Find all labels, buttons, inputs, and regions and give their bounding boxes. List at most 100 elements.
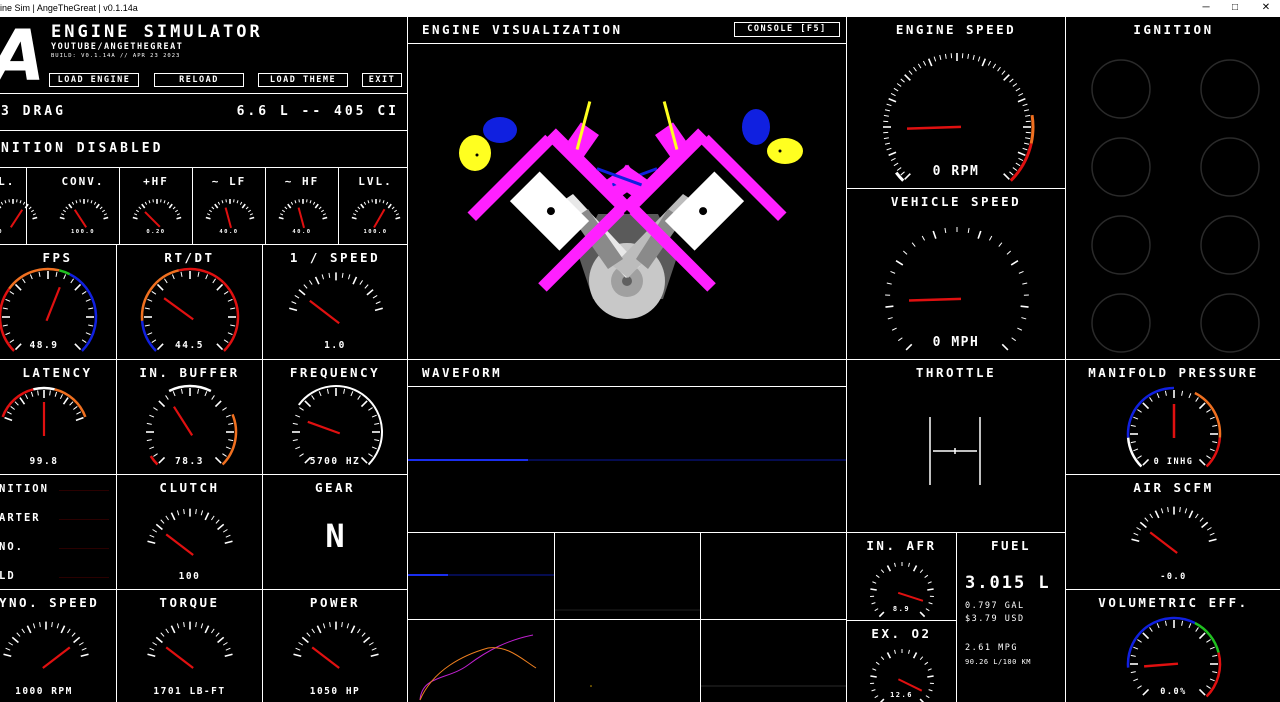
gauge-tick: [56, 623, 60, 629]
gauge-tick: [391, 206, 395, 210]
gauge-tick: [880, 656, 885, 661]
gauge-tick: [217, 636, 225, 644]
gauge-tick: [1023, 142, 1030, 145]
gauge-tick: [2, 307, 8, 310]
gauge-tick: [224, 540, 233, 545]
gauge-tick: [1017, 97, 1026, 103]
gauge-tick: [366, 289, 374, 296]
reload-button[interactable]: RELOAD: [154, 73, 244, 87]
gauge-tick: [913, 66, 917, 72]
gauge-tick: [1209, 646, 1215, 650]
gauge-tick: [176, 213, 180, 216]
ignition-cylinder-indicators: [1091, 59, 1260, 353]
gauge-tick: [884, 109, 891, 112]
gauge-tick: [0, 201, 4, 205]
gauge-tick: [217, 201, 220, 205]
vehicle-speed-label: VEHICLE SPEED: [890, 194, 1022, 209]
throttle-indicator[interactable]: [925, 415, 985, 487]
gauge-tick: [30, 391, 34, 397]
gauge-arc: [297, 385, 383, 466]
gauge-tick: [359, 203, 364, 209]
gauge-tick: [1025, 137, 1031, 140]
in-buffer-value: 78.3: [175, 456, 204, 467]
load-theme-button[interactable]: LOAD THEME: [258, 73, 348, 87]
gauge-tick: [156, 283, 164, 291]
gauge-tick: [239, 201, 242, 205]
console-button[interactable]: CONSOLE [F5]: [734, 22, 840, 37]
gauge-tick: [73, 406, 78, 410]
gauge-tick: [1142, 632, 1150, 640]
gauge-tick: [912, 565, 918, 572]
ignition-status-panel: NITION DISABLED: [0, 130, 408, 168]
gauge-tick: [1139, 521, 1147, 529]
gauge-tick: [211, 628, 215, 634]
mini-gauge-cell: +HF 0.20: [120, 168, 193, 244]
gauge-tick: [212, 278, 216, 284]
gauge-tick: [1021, 317, 1027, 320]
gauge-tick: [200, 623, 204, 629]
gauge-needle: [307, 420, 341, 435]
gauge-tick: [147, 298, 153, 302]
maximize-icon[interactable]: □: [1221, 0, 1249, 16]
gauge-tick: [359, 280, 364, 285]
gauge-tick: [366, 200, 369, 204]
exit-button[interactable]: EXIT: [362, 73, 402, 87]
gauge-tick: [911, 242, 916, 247]
gauge-tick: [295, 414, 301, 418]
gauge-tick: [78, 642, 84, 646]
gauge-arc: [58, 269, 71, 276]
gauge-tick: [165, 628, 169, 634]
gauge-tick: [166, 201, 169, 205]
waveform-plot: [408, 459, 846, 461]
gauge-tick: [347, 274, 351, 280]
gauge-tick: [1181, 620, 1184, 626]
gauge-arc: [178, 267, 240, 352]
gauge-tick: [883, 137, 889, 140]
dyno-speed-label: YNO. SPEED: [0, 595, 100, 610]
load-engine-button[interactable]: LOAD ENGINE: [49, 73, 139, 87]
gauge-tick: [170, 625, 176, 634]
gauge-tick: [32, 623, 36, 629]
gauge-tick: [1149, 627, 1153, 632]
gauge-tick: [19, 397, 26, 405]
gauge-tick: [62, 209, 66, 213]
dyno-speed-value: 1000 RPM: [15, 686, 73, 697]
gauge-tick: [200, 510, 204, 516]
gauge-tick: [924, 661, 929, 665]
ex-o2-value: 12.6: [890, 691, 913, 699]
gauge-tick: [19, 200, 22, 204]
engine-info-panel: 3 DRAG 6.6 L -- 405 CI: [0, 93, 408, 131]
gauge-tick: [933, 56, 937, 62]
gauge-tick: [904, 74, 911, 81]
gauge-tick: [870, 588, 877, 591]
power-panel: POWER 1050 HP: [262, 589, 408, 702]
gauge-tick: [1142, 402, 1150, 410]
minimize-icon[interactable]: ─: [1192, 0, 1220, 16]
fuel-panel: FUEL 3.015 L 0.797 GAL $3.79 USD 2.61 MP…: [956, 532, 1066, 702]
gauge-tick: [146, 439, 152, 442]
gauge-tick: [197, 271, 200, 277]
waveform-panel: WAVEFORM: [407, 359, 847, 533]
fuel-cost: $3.79 USD: [965, 614, 1025, 624]
right-intake-ellipse: [767, 138, 803, 164]
gauge-tick: [308, 280, 313, 285]
gauge-tick: [890, 157, 896, 162]
gauge-tick: [0, 205, 2, 209]
gauge-tick: [215, 519, 220, 524]
gauge-tick: [992, 63, 997, 69]
gauge-tick: [1212, 654, 1218, 657]
gauge-tick: [341, 621, 343, 628]
gauge-tick: [67, 628, 71, 634]
engine-visualization-panel: ENGINE VISUALIZATION CONSOLE [F5]: [407, 16, 847, 360]
gauge-arc: [1, 388, 34, 418]
in-buffer-panel: IN. BUFFER 78.3: [116, 359, 263, 475]
close-icon[interactable]: ✕: [1252, 0, 1280, 16]
gauge-tick: [888, 151, 897, 157]
gauge-tick: [205, 216, 211, 220]
gauge-tick: [152, 529, 158, 533]
gauge-tick: [195, 621, 197, 628]
gauge-tick: [1149, 397, 1153, 402]
engine-speed-gauge: [883, 53, 1035, 182]
gauge-tick: [372, 294, 378, 299]
gauge-tick: [371, 647, 377, 651]
